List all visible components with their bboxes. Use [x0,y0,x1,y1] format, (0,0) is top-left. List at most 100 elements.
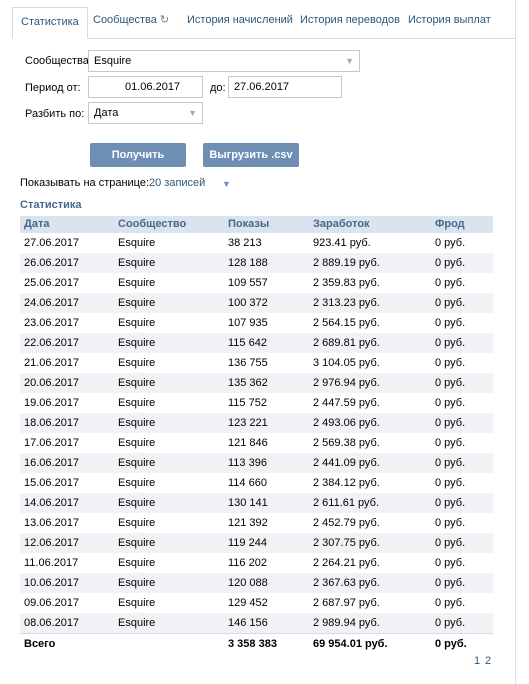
column-header-earnings[interactable]: Заработок [313,216,370,233]
cell-fraud: 0 руб. [435,597,466,609]
cell-date: 14.06.2017 [24,497,80,509]
statistics-table: Дата Сообщество Показы Заработок Фрод 27… [20,216,493,654]
community-select[interactable]: Esquire ▼ [88,50,360,72]
section-title: Статистика [20,199,82,211]
cell-date: 25.06.2017 [24,277,80,289]
cell-community: Esquire [118,617,156,629]
cell-earnings: 2 313.23 руб. [313,297,380,309]
column-header-community[interactable]: Сообщество [118,216,186,233]
cell-community: Esquire [118,577,156,589]
cell-community: Esquire [118,537,156,549]
cell-earnings: 2 493.06 руб. [313,417,380,429]
table-row: 17.06.2017 Esquire 121 846 2 569.38 руб. 0 р… [20,433,493,453]
get-data-button[interactable]: Получить данные [90,143,186,185]
cell-earnings: 2 689.81 руб. [313,337,380,349]
cell-date: 13.06.2017 [24,517,80,529]
column-header-date[interactable]: Дата [24,216,49,233]
cell-date: 21.06.2017 [24,357,80,369]
cell-earnings: 2 564.15 руб. [313,317,380,329]
split-by-label: Разбить по: [25,108,85,120]
table-row: 12.06.2017 Esquire 119 244 2 307.75 руб. 0 р… [20,533,493,553]
cell-views: 130 141 [228,497,268,509]
period-from-input[interactable]: 01.06.2017 [88,76,203,98]
cell-views: 116 202 [228,557,267,569]
cell-views: 123 221 [228,417,268,429]
cell-views: 136 755 [228,357,268,369]
cell-date: 10.06.2017 [24,577,80,589]
table-header: Дата Сообщество Показы Заработок Фрод [20,216,493,233]
cell-earnings: 2 447.59 руб. [313,397,380,409]
tab-payout-history[interactable]: История выплат [408,6,491,38]
cell-date: 12.06.2017 [24,537,80,549]
table-row: 14.06.2017 Esquire 130 141 2 611.61 руб. 0 р… [20,493,493,513]
tab-communities[interactable]: Сообщества ↻ [93,6,169,38]
cell-views: 129 452 [228,597,268,609]
cell-earnings: 2 889.19 руб. [313,257,380,269]
table-row: 21.06.2017 Esquire 136 755 3 104.05 руб. 0 р… [20,353,493,373]
period-to-input[interactable]: 27.06.2017 [228,76,342,98]
cell-views: 119 244 [228,537,267,549]
tab-transfer-history[interactable]: История переводов [300,6,400,38]
table-row: 09.06.2017 Esquire 129 452 2 687.97 руб. 0 р… [20,593,493,613]
refresh-icon[interactable]: ↻ [160,6,169,34]
cell-date: 19.06.2017 [24,397,80,409]
cell-views: 115 752 [228,397,267,409]
cell-views: 121 392 [228,517,268,529]
table-total-row: Всего 3 358 383 69 954.01 руб. 0 руб. [20,633,493,654]
total-earnings: 69 954.01 руб. [313,638,388,650]
cell-fraud: 0 руб. [435,557,466,569]
cell-community: Esquire [118,317,156,329]
table-row: 26.06.2017 Esquire 128 188 2 889.19 руб. 0 р… [20,253,493,273]
table-row: 15.06.2017 Esquire 114 660 2 384.12 руб. 0 р… [20,473,493,493]
cell-community: Esquire [118,397,156,409]
cell-views: 146 156 [228,617,268,629]
tab-label: Сообщества [93,14,157,26]
split-by-select[interactable]: Дата ▼ [88,102,203,124]
cell-date: 23.06.2017 [24,317,80,329]
chevron-down-icon[interactable]: ▼ [222,179,231,189]
table-row: 16.06.2017 Esquire 113 396 2 441.09 руб. 0 р… [20,453,493,473]
cell-fraud: 0 руб. [435,417,466,429]
cell-fraud: 0 руб. [435,377,466,389]
cell-fraud: 0 руб. [435,277,466,289]
cell-fraud: 0 руб. [435,477,466,489]
table-row: 22.06.2017 Esquire 115 642 2 689.81 руб. 0 р… [20,333,493,353]
tab-accrual-history[interactable]: История начислений [187,6,293,38]
cell-date: 16.06.2017 [24,457,80,469]
cell-fraud: 0 руб. [435,437,466,449]
cell-community: Esquire [118,557,156,569]
cell-fraud: 0 руб. [435,497,466,509]
per-page-select[interactable]: 20 записей [149,177,205,189]
cell-earnings: 923.41 руб. [313,237,371,249]
cell-views: 121 846 [228,437,268,449]
tab-statistics[interactable]: Статистика [12,7,88,39]
table-row: 24.06.2017 Esquire 100 372 2 313.23 руб. 0 р… [20,293,493,313]
table-row: 18.06.2017 Esquire 123 221 2 493.06 руб. 0 р… [20,413,493,433]
split-by-select-value: Дата [94,107,119,119]
cell-views: 109 557 [228,277,268,289]
cell-fraud: 0 руб. [435,237,466,249]
cell-community: Esquire [118,257,156,269]
cell-views: 115 642 [228,337,267,349]
cell-fraud: 0 руб. [435,317,466,329]
cell-views: 135 362 [228,377,268,389]
cell-fraud: 0 руб. [435,257,466,269]
cell-earnings: 2 687.97 руб. [313,597,380,609]
period-to-label: до: [210,82,226,94]
cell-views: 38 213 [228,237,262,249]
cell-fraud: 0 руб. [435,337,466,349]
page-link-current[interactable]: 1 [474,655,480,667]
total-label: Всего [24,638,56,650]
cell-earnings: 2 359.83 руб. [313,277,380,289]
export-csv-button[interactable]: Выгрузить .csv [203,143,299,167]
cell-fraud: 0 руб. [435,517,466,529]
column-header-views[interactable]: Показы [228,216,269,233]
column-header-fraud[interactable]: Фрод [435,216,465,233]
cell-date: 11.06.2017 [24,557,79,569]
page-link[interactable]: 2 [485,655,491,667]
cell-views: 120 088 [228,577,268,589]
cell-date: 20.06.2017 [24,377,80,389]
cell-earnings: 2 264.21 руб. [313,557,380,569]
total-views: 3 358 383 [228,638,277,650]
cell-community: Esquire [118,357,156,369]
